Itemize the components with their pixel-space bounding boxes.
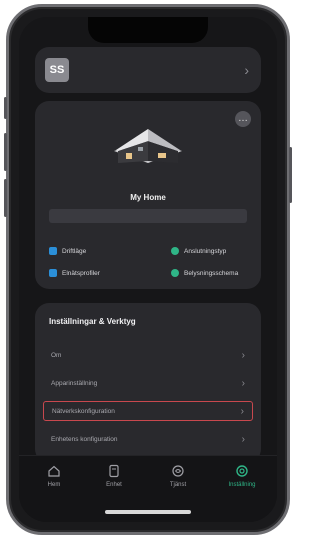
settings-row-about[interactable]: Om › [43,345,253,365]
grid-profile-icon [49,269,57,277]
lighting-schedule-option[interactable]: Belysningsschema [171,269,238,277]
home-indicator [105,510,191,514]
grid-profile-option[interactable]: Elnätsprofiler [49,269,100,277]
settings-tools-card: Inställningar & Verktyg Om › Apparinstäl… [35,303,261,463]
home-name: My Home [130,193,166,202]
tab-label: Tjänst [169,482,187,488]
tab-label: Hem [47,482,61,488]
tab-label: Enhet [106,482,122,488]
operating-mode-option[interactable]: Driftläge [49,247,86,255]
home-card: … My Home Driftläge Anslutningstyp Elnät… [35,101,261,289]
section-title: Inställningar & Verktyg [49,317,136,326]
tab-label: Inställning [228,482,256,488]
home-icon [48,465,60,477]
settings-row-network-config[interactable]: Nätverkskonfiguration › [43,401,253,421]
chevron-right-icon: › [241,377,245,389]
mute-button [4,97,7,119]
power-button [289,147,292,203]
row-label: Nätverkskonfiguration [52,407,115,415]
option-label: Driftläge [62,247,87,255]
home-address-field [49,209,247,223]
chevron-right-icon: › [244,62,249,78]
tab-service[interactable]: Tjänst [151,464,205,488]
house-illustration [114,129,182,163]
settings-row-device-config[interactable]: Enhetens konfiguration › [43,429,253,449]
tab-settings[interactable]: Inställning [215,464,269,488]
lighting-icon [171,269,179,277]
user-account-row[interactable]: SS › [35,47,261,93]
device-icon [109,464,119,478]
option-label: Belysningsschema [184,269,239,277]
volume-up-button [4,133,7,171]
app-screen: SS › … My Home Driftläge Anslutningstyp … [19,17,277,522]
settings-icon [236,465,248,477]
connection-type-option[interactable]: Anslutningstyp [171,247,226,255]
service-icon [172,465,184,477]
chevron-right-icon: › [240,405,244,417]
avatar: SS [45,58,69,82]
tab-home[interactable]: Hem [27,464,81,488]
more-options-button[interactable]: … [235,111,251,127]
option-label: Anslutningstyp [184,247,227,255]
row-label: Apparinställning [51,379,98,387]
notch [88,17,208,43]
connection-icon [171,247,179,255]
chevron-right-icon: › [241,349,245,361]
volume-down-button [4,179,7,217]
settings-row-app-settings[interactable]: Apparinställning › [43,373,253,393]
row-label: Enhetens konfiguration [51,435,118,443]
bottom-tab-bar: Hem Enhet Tjänst Inställning [19,455,277,522]
chevron-right-icon: › [241,433,245,445]
option-label: Elnätsprofiler [62,269,100,277]
row-label: Om [51,351,62,359]
mode-icon [49,247,57,255]
phone-frame: SS › … My Home Driftläge Anslutningstyp … [4,4,292,535]
tab-device[interactable]: Enhet [87,464,141,488]
